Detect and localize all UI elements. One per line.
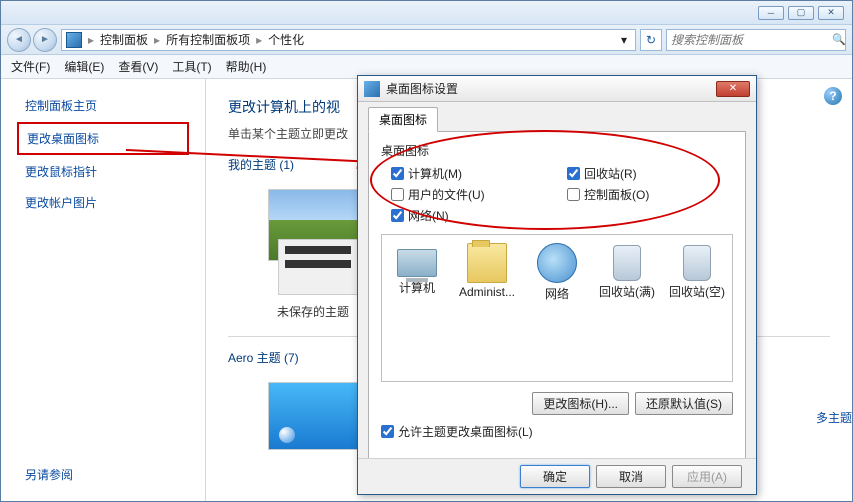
restore-defaults-button[interactable]: 还原默认值(S)	[635, 392, 733, 415]
tab-panel: 桌面图标 计算机(M) 回收站(R) 用户的文件(U) 控制面板(O) 网络(N…	[368, 132, 746, 470]
theme-unsaved[interactable]: 未保存的主题	[268, 189, 358, 320]
theme-unsaved-label: 未保存的主题	[268, 303, 358, 320]
check-ctrlpanel-input[interactable]	[567, 188, 580, 201]
menu-tools[interactable]: 工具(T)	[172, 58, 211, 75]
refresh-button[interactable]: ↻	[640, 29, 662, 51]
check-computer[interactable]: 计算机(M)	[391, 165, 557, 182]
dialog-title: 桌面图标设置	[386, 80, 710, 97]
check-network-input[interactable]	[391, 209, 404, 222]
dialog-close-button[interactable]: ✕	[716, 81, 750, 97]
check-network[interactable]: 网络(N)	[391, 207, 557, 224]
crumb-mid[interactable]: 所有控制面板项	[166, 31, 250, 48]
menu-file[interactable]: 文件(F)	[11, 58, 50, 75]
dialog-footer: 确定 取消 应用(A)	[358, 458, 756, 494]
search-input[interactable]	[671, 33, 828, 47]
nav-forward-button[interactable]: ►	[33, 28, 57, 52]
more-themes-link[interactable]: 多主题	[816, 409, 852, 426]
tab-desktop-icons[interactable]: 桌面图标	[368, 107, 438, 132]
icon-computer[interactable]: 计算机	[386, 243, 448, 302]
window-titlebar: ─ ▢ ✕	[1, 1, 852, 25]
minimize-button[interactable]: ─	[758, 6, 784, 20]
icon-preview-well: 计算机 Administ... 网络 回收站(满) 回收站(空)	[381, 234, 733, 382]
check-user-files[interactable]: 用户的文件(U)	[391, 186, 557, 203]
crumb-root[interactable]: 控制面板	[100, 31, 148, 48]
theme-thumb-win7	[268, 382, 368, 450]
icon-network[interactable]: 网络	[526, 243, 588, 302]
check-control-panel[interactable]: 控制面板(O)	[567, 186, 733, 203]
sidebar-change-desktop-icons[interactable]: 更改桌面图标	[17, 122, 189, 155]
dialog-icon	[364, 81, 380, 97]
sidebar-see-also[interactable]: 另请参阅	[25, 466, 181, 483]
address-bar: ◄ ► ▸ 控制面板 ▸ 所有控制面板项 ▸ 个性化 ▾ ↻ 🔍	[1, 25, 852, 55]
change-icon-button[interactable]: 更改图标(H)...	[532, 392, 629, 415]
cancel-button[interactable]: 取消	[596, 465, 666, 488]
tab-strip: 桌面图标	[368, 108, 746, 132]
sidebar-change-account-picture[interactable]: 更改帐户图片	[25, 194, 181, 211]
control-panel-icon	[66, 32, 82, 48]
icon-recycle-empty[interactable]: 回收站(空)	[666, 243, 728, 302]
search-box[interactable]: 🔍	[666, 29, 846, 51]
icon-recycle-full[interactable]: 回收站(满)	[596, 243, 658, 302]
menu-edit[interactable]: 编辑(E)	[64, 58, 104, 75]
maximize-button[interactable]: ▢	[788, 6, 814, 20]
check-recycle-bin[interactable]: 回收站(R)	[567, 165, 733, 182]
check-computer-input[interactable]	[391, 167, 404, 180]
checkbox-grid: 计算机(M) 回收站(R) 用户的文件(U) 控制面板(O) 网络(N)	[391, 165, 733, 224]
menu-help[interactable]: 帮助(H)	[226, 58, 267, 75]
dialog-titlebar: 桌面图标设置 ✕	[358, 76, 756, 102]
help-icon[interactable]: ?	[824, 87, 842, 105]
breadcrumb[interactable]: ▸ 控制面板 ▸ 所有控制面板项 ▸ 个性化 ▾	[61, 29, 636, 51]
sidebar-change-mouse-pointers[interactable]: 更改鼠标指针	[25, 163, 181, 180]
sidebar-home[interactable]: 控制面板主页	[25, 97, 181, 114]
desktop-icon-settings-dialog: 桌面图标设置 ✕ 桌面图标 桌面图标 计算机(M) 回收站(R) 用户的文件(U…	[357, 75, 757, 495]
check-userfiles-input[interactable]	[391, 188, 404, 201]
close-button[interactable]: ✕	[818, 6, 844, 20]
crumb-leaf[interactable]: 个性化	[268, 31, 304, 48]
group-label: 桌面图标	[381, 142, 733, 159]
icon-administrator[interactable]: Administ...	[456, 243, 518, 302]
apply-button[interactable]: 应用(A)	[672, 465, 742, 488]
search-icon: 🔍	[832, 33, 846, 46]
theme-thumb-window	[278, 239, 358, 295]
theme-aero-1[interactable]	[268, 382, 368, 450]
menu-view[interactable]: 查看(V)	[118, 58, 158, 75]
nav-back-button[interactable]: ◄	[7, 28, 31, 52]
sidebar: 控制面板主页 更改桌面图标 更改鼠标指针 更改帐户图片 另请参阅	[1, 79, 206, 501]
check-recycle-input[interactable]	[567, 167, 580, 180]
check-allow-theme[interactable]: 允许主题更改桌面图标(L)	[381, 423, 733, 440]
ok-button[interactable]: 确定	[520, 465, 590, 488]
check-allow-theme-input[interactable]	[381, 425, 394, 438]
